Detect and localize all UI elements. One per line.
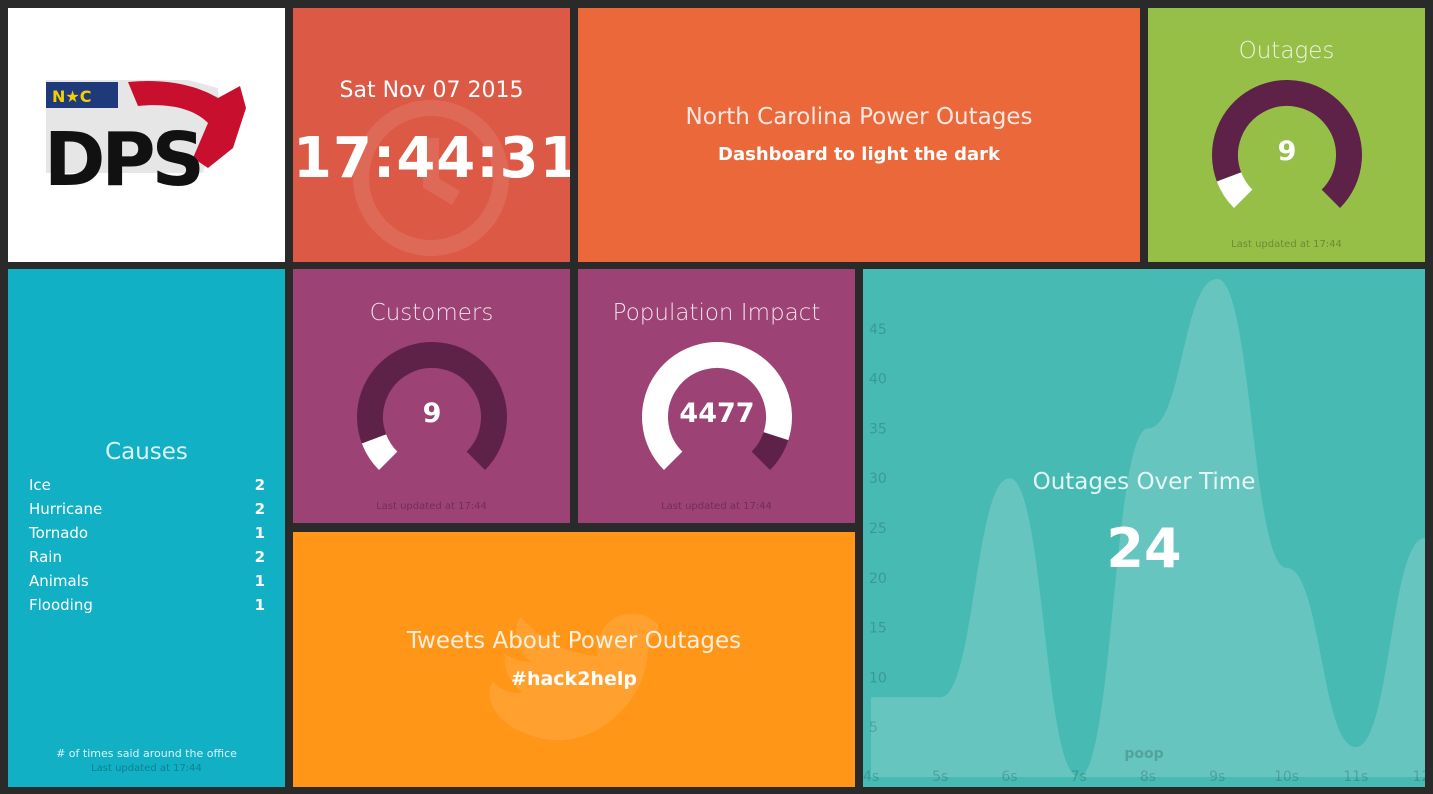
causes-tile: Causes Ice 2 Hurricane 2 Tornado 1 Rain 2 An… [8, 269, 285, 787]
list-item: Tornado 1 [29, 524, 265, 548]
meter-fill [361, 433, 398, 471]
y-tick-label: 10 [869, 670, 887, 686]
customers-tile: Customers 9 Last updated at 17:44 [293, 269, 570, 523]
cause-count: 2 [254, 476, 265, 494]
y-tick-label: 45 [869, 322, 887, 338]
graph-value: 24 [1106, 517, 1182, 580]
tweets-title: Tweets About Power Outages [406, 628, 742, 654]
tweets-tile: Tweets About Power Outages #hack2help [293, 532, 855, 787]
population-updated: Last updated at 17:44 [661, 501, 772, 512]
clock-date: Sat Nov 07 2015 [339, 78, 524, 103]
title-tile: North Carolina Power Outages Dashboard t… [578, 8, 1140, 262]
nc-dps-logo: N★C DPS [44, 80, 246, 203]
y-tick-label: 40 [869, 372, 887, 388]
graph-tile: 510152025303540454s5s6s7s8s9s10s11s12spo… [863, 269, 1425, 787]
cause-label: Tornado [29, 524, 89, 542]
twitter-bird-icon [489, 613, 658, 741]
meter-track [751, 431, 789, 471]
x-tick-label: 4s [863, 769, 879, 785]
outages-meter: 9 [1212, 80, 1362, 209]
population-meter: 4477 [642, 342, 792, 471]
cause-label: Ice [29, 476, 51, 494]
outages-updated: Last updated at 17:44 [1231, 239, 1342, 250]
customers-title: Customers [369, 300, 494, 326]
cause-label: Hurricane [29, 500, 103, 518]
list-item: Flooding 1 [29, 596, 265, 620]
cause-label: Rain [29, 548, 62, 566]
dashboard-subtitle: Dashboard to light the dark [718, 144, 1000, 165]
meter-fill [1216, 171, 1253, 209]
dashboard-title: North Carolina Power Outages [685, 104, 1033, 130]
x-tick-label: 12s [1412, 769, 1425, 785]
x-tick-label: 11s [1343, 769, 1368, 785]
customers-updated: Last updated at 17:44 [376, 501, 487, 512]
logo-text: DPS [44, 117, 201, 203]
causes-more-info: # of times said around the office [56, 747, 237, 760]
outages-title: Outages [1238, 38, 1335, 64]
cause-count: 2 [254, 500, 265, 518]
logo-state-text: N★C [52, 87, 91, 106]
x-tick-label: 10s [1274, 769, 1299, 785]
tweets-hashtag: #hack2help [511, 668, 637, 690]
cause-label: Flooding [29, 596, 93, 614]
clock-tile: Sat Nov 07 2015 17:44:31 [293, 8, 570, 262]
logo-tile: N★C DPS [8, 8, 285, 262]
causes-list: Ice 2 Hurricane 2 Tornado 1 Rain 2 Animals 1 … [29, 476, 265, 620]
x-tick-label: 7s [1071, 769, 1087, 785]
outages-tile: Outages 9 Last updated at 17:44 [1148, 8, 1425, 262]
causes-title: Causes [105, 439, 188, 465]
cause-count: 1 [254, 596, 265, 614]
y-tick-label: 5 [869, 720, 878, 736]
x-tick-label: 5s [932, 769, 948, 785]
legend-label: poop [1124, 746, 1163, 762]
customers-meter: 9 [357, 342, 507, 471]
list-item: Rain 2 [29, 548, 265, 572]
y-tick-label: 35 [869, 421, 887, 437]
customers-value: 9 [423, 398, 442, 429]
list-item: Animals 1 [29, 572, 265, 596]
cause-count: 2 [254, 548, 265, 566]
population-tile: Population Impact 4477 Last updated at 1… [578, 269, 855, 523]
population-title: Population Impact [612, 300, 821, 326]
clock-time: 17:44:31 [293, 126, 570, 191]
list-item: Hurricane 2 [29, 500, 265, 524]
population-value: 4477 [679, 398, 754, 429]
x-tick-label: 6s [1001, 769, 1017, 785]
x-tick-label: 8s [1140, 769, 1156, 785]
x-tick-label: 9s [1209, 769, 1225, 785]
cause-label: Animals [29, 572, 89, 590]
cause-count: 1 [254, 524, 265, 542]
graph-title: Outages Over Time [1032, 469, 1256, 495]
outages-value: 9 [1278, 136, 1297, 167]
cause-count: 1 [254, 572, 265, 590]
y-tick-label: 15 [869, 621, 887, 637]
list-item: Ice 2 [29, 476, 265, 500]
causes-updated: Last updated at 17:44 [91, 763, 202, 774]
